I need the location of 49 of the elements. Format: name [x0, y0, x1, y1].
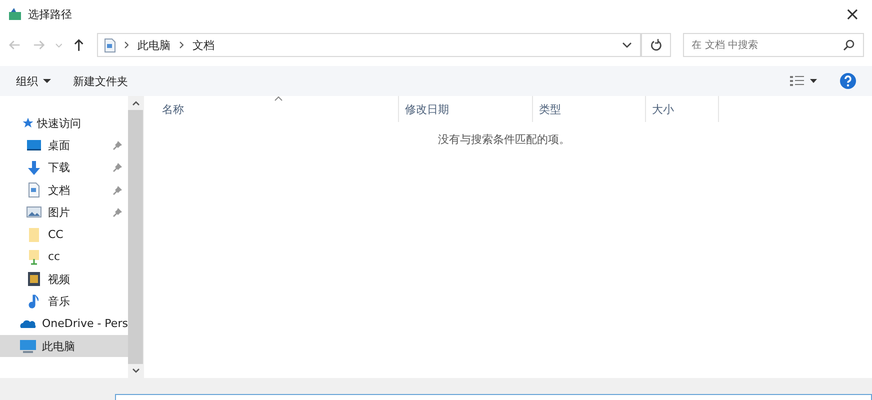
sidebar-item[interactable]: 快速访问: [0, 112, 128, 134]
column-header[interactable]: 大小: [646, 96, 719, 122]
view-options-icon[interactable]: [790, 75, 818, 87]
dropdown-icon[interactable]: [622, 41, 632, 49]
new-folder-button[interactable]: 新建文件夹: [73, 74, 128, 88]
sidebar-item[interactable]: 图片: [0, 201, 128, 224]
filename-field[interactable]: [115, 394, 872, 400]
breadcrumb[interactable]: 文档: [192, 38, 215, 52]
sidebar-item[interactable]: 桌面: [0, 134, 128, 157]
refresh-button[interactable]: [641, 33, 671, 57]
folder-icon: [26, 248, 42, 265]
document-icon: [104, 38, 116, 52]
sidebar-item[interactable]: OneDrive - Pers: [0, 312, 128, 335]
scrollbar[interactable]: [128, 96, 143, 378]
monitor-icon: [20, 338, 36, 354]
column-header[interactable]: 修改日期: [399, 96, 533, 122]
organize-menu[interactable]: 组织: [16, 74, 51, 88]
down-arrow-icon: [26, 160, 42, 176]
column-header[interactable]: 类型: [533, 96, 646, 122]
scroll-down-icon[interactable]: [132, 368, 140, 374]
image-icon: [26, 204, 42, 220]
search-field[interactable]: 在 文档 中搜索: [682, 33, 864, 57]
close-button[interactable]: ×: [840, 4, 864, 24]
sort-caret-icon: [274, 96, 283, 101]
chevron-icon: [178, 41, 185, 49]
sidebar-item[interactable]: 音乐: [0, 290, 128, 313]
film-icon: [26, 271, 42, 288]
folder-icon: [26, 226, 42, 243]
search-icon: [843, 39, 856, 51]
empty-message: 没有与搜索条件匹配的项。: [437, 132, 571, 147]
chevron-icon: [124, 41, 130, 49]
monitor-icon: [26, 137, 42, 154]
sidebar-item[interactable]: 视频: [0, 268, 128, 290]
sidebar-item[interactable]: 文档: [0, 178, 128, 202]
document-icon: [26, 182, 42, 198]
address-bar[interactable]: 此电脑 文档: [96, 33, 642, 57]
sidebar-item[interactable]: 此电脑: [0, 334, 128, 358]
scroll-up-icon[interactable]: [132, 100, 140, 106]
up-arrow-icon[interactable]: [73, 38, 85, 52]
refresh-icon: [650, 39, 662, 51]
breadcrumb[interactable]: 此电脑: [138, 38, 171, 52]
sidebar-item[interactable]: 下载: [0, 156, 128, 179]
sidebar-item[interactable]: cc: [0, 246, 128, 268]
caret-icon: [43, 78, 51, 84]
help-icon[interactable]: [840, 73, 856, 89]
window-title: 选择路径: [28, 6, 72, 22]
sidebar-item[interactable]: CC: [0, 223, 128, 246]
app-icon: [8, 7, 22, 21]
column-header[interactable]: 名称: [144, 96, 399, 122]
